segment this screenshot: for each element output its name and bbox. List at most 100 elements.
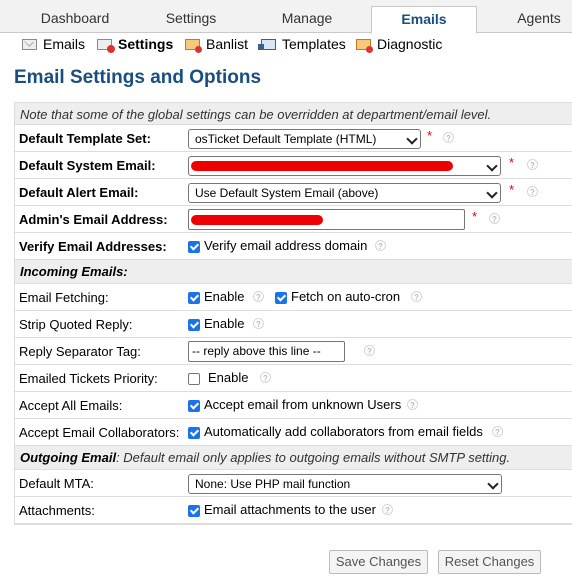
subnav-templates[interactable]: Templates — [258, 35, 346, 53]
help-icon[interactable]: ? — [527, 159, 538, 170]
default-mta-value: None: Use PHP mail function — [195, 477, 351, 491]
alert-email-row: Default Alert Email: Use Default System … — [15, 179, 572, 206]
help-icon[interactable]: ? — [253, 318, 264, 329]
subnav-settings[interactable]: Settings — [97, 35, 173, 53]
template-set-label: Default Template Set: — [19, 131, 151, 146]
collaborators-label: Accept Email Collaborators: — [19, 425, 180, 440]
email-fetching-row: Email Fetching: Enable ? Fetch on auto-c… — [15, 284, 572, 311]
collaborators-option: Automatically add collaborators from ema… — [204, 424, 483, 439]
required-asterisk: * — [427, 128, 433, 143]
redaction-mark — [191, 161, 453, 171]
strip-quoted-label: Strip Quoted Reply: — [19, 317, 133, 332]
save-changes-button[interactable]: Save Changes — [329, 550, 428, 574]
tab-dashboard[interactable]: Dashboard — [20, 6, 130, 33]
redaction-mark — [191, 215, 323, 225]
system-email-label: Default System Email: — [19, 158, 156, 173]
subnav-emails[interactable]: Emails — [22, 35, 85, 53]
email-fetching-enable-label: Enable — [204, 289, 245, 304]
outgoing-email-title: Outgoing Email — [20, 450, 117, 465]
separator-tag-label: Reply Separator Tag: — [19, 344, 141, 359]
chevron-down-icon — [487, 478, 499, 490]
separator-tag-input[interactable]: -- reply above this line -- — [188, 341, 345, 362]
subnav-banlist[interactable]: Banlist — [185, 35, 248, 53]
tab-settings[interactable]: Settings — [136, 6, 246, 33]
priority-checkbox[interactable] — [188, 373, 200, 385]
priority-row: Emailed Tickets Priority: Enable ? — [15, 365, 572, 392]
banlist-icon — [185, 39, 202, 53]
tab-agents[interactable]: Agents — [484, 6, 572, 33]
alert-email-select[interactable]: Use Default System Email (above) — [188, 183, 501, 203]
required-asterisk: * — [509, 182, 515, 197]
help-icon[interactable]: ? — [443, 132, 454, 143]
verify-email-checkbox[interactable] — [188, 241, 200, 253]
tab-manage[interactable]: Manage — [252, 6, 362, 33]
tab-emails[interactable]: Emails — [371, 6, 477, 34]
separator-tag-row: Reply Separator Tag: -- reply above this… — [15, 338, 572, 365]
admin-email-label: Admin's Email Address: — [19, 212, 168, 227]
verify-email-row: Verify Email Addresses: Verify email add… — [15, 233, 572, 260]
required-asterisk: * — [509, 155, 515, 170]
chevron-down-icon — [486, 187, 498, 199]
default-mta-select[interactable]: None: Use PHP mail function — [188, 474, 502, 494]
help-icon[interactable]: ? — [411, 291, 422, 302]
separator-tag-value: -- reply above this line -- — [192, 344, 321, 358]
incoming-emails-heading: Incoming Emails: — [20, 264, 128, 279]
subnav-diagnostic[interactable]: Diagnostic — [356, 35, 442, 53]
help-icon[interactable]: ? — [260, 372, 271, 383]
help-icon[interactable]: ? — [489, 213, 500, 224]
email-settings-icon — [97, 39, 115, 53]
priority-label: Emailed Tickets Priority: — [19, 371, 158, 386]
help-icon[interactable]: ? — [253, 291, 264, 302]
accept-all-label: Accept All Emails: — [19, 398, 123, 413]
mail-icon — [22, 39, 37, 50]
subnav-templates-label: Templates — [282, 36, 346, 52]
accept-all-option: Accept email from unknown Users — [204, 397, 402, 412]
auto-cron-label: Fetch on auto-cron — [291, 289, 401, 304]
admin-email-input[interactable] — [188, 209, 465, 230]
attachments-row: Attachments: Email attachments to the us… — [15, 497, 572, 524]
admin-email-row: Admin's Email Address: * ? — [15, 206, 572, 233]
verify-email-option: Verify email address domain — [204, 238, 368, 253]
attachments-label: Attachments: — [19, 503, 95, 518]
templates-icon — [258, 39, 276, 50]
subnav-emails-label: Emails — [43, 36, 86, 52]
verify-email-label: Verify Email Addresses: — [19, 239, 167, 254]
outgoing-email-heading: Outgoing Email: Default email only appli… — [20, 450, 510, 465]
default-mta-label: Default MTA: — [19, 476, 94, 491]
help-icon[interactable]: ? — [382, 504, 393, 515]
auto-cron-checkbox[interactable] — [275, 292, 287, 304]
strip-quoted-row: Strip Quoted Reply: Enable ? — [15, 311, 572, 338]
accept-all-checkbox[interactable] — [188, 400, 200, 412]
collaborators-checkbox[interactable] — [188, 427, 200, 439]
system-email-row: Default System Email: * ? — [15, 152, 572, 179]
email-fetching-checkbox[interactable] — [188, 292, 200, 304]
email-fetching-label: Email Fetching: — [19, 290, 109, 305]
system-email-select[interactable] — [188, 156, 501, 176]
chevron-down-icon — [486, 160, 498, 172]
help-icon[interactable]: ? — [375, 240, 386, 251]
help-icon[interactable]: ? — [492, 426, 503, 437]
attachments-checkbox[interactable] — [188, 505, 200, 517]
default-mta-row: Default MTA: None: Use PHP mail function — [15, 470, 572, 497]
accept-all-row: Accept All Emails: Accept email from unk… — [15, 392, 572, 419]
template-set-row: Default Template Set: osTicket Default T… — [15, 125, 572, 152]
help-icon[interactable]: ? — [527, 186, 538, 197]
subnav-diagnostic-label: Diagnostic — [377, 36, 443, 52]
settings-note-row: Note that some of the global settings ca… — [15, 103, 572, 125]
help-icon[interactable]: ? — [407, 399, 418, 410]
page-title: Email Settings and Options — [14, 67, 262, 88]
alert-email-value: Use Default System Email (above) — [195, 186, 379, 200]
collaborators-row: Accept Email Collaborators: Automaticall… — [15, 419, 572, 446]
subnav-settings-label: Settings — [118, 36, 174, 52]
incoming-emails-section: Incoming Emails: — [15, 260, 572, 284]
required-asterisk: * — [472, 209, 478, 224]
outgoing-email-section: Outgoing Email: Default email only appli… — [15, 446, 572, 470]
template-set-select[interactable]: osTicket Default Template (HTML) — [188, 129, 421, 149]
priority-enable-label: Enable — [208, 370, 249, 385]
strip-quoted-checkbox[interactable] — [188, 319, 200, 331]
diagnostic-icon — [356, 39, 373, 53]
reset-changes-button[interactable]: Reset Changes — [438, 550, 541, 574]
help-icon[interactable]: ? — [364, 345, 375, 356]
top-navigation: Dashboard Settings Manage Emails Agents — [0, 0, 572, 34]
outgoing-email-desc: : Default email only applies to outgoing… — [116, 450, 511, 465]
